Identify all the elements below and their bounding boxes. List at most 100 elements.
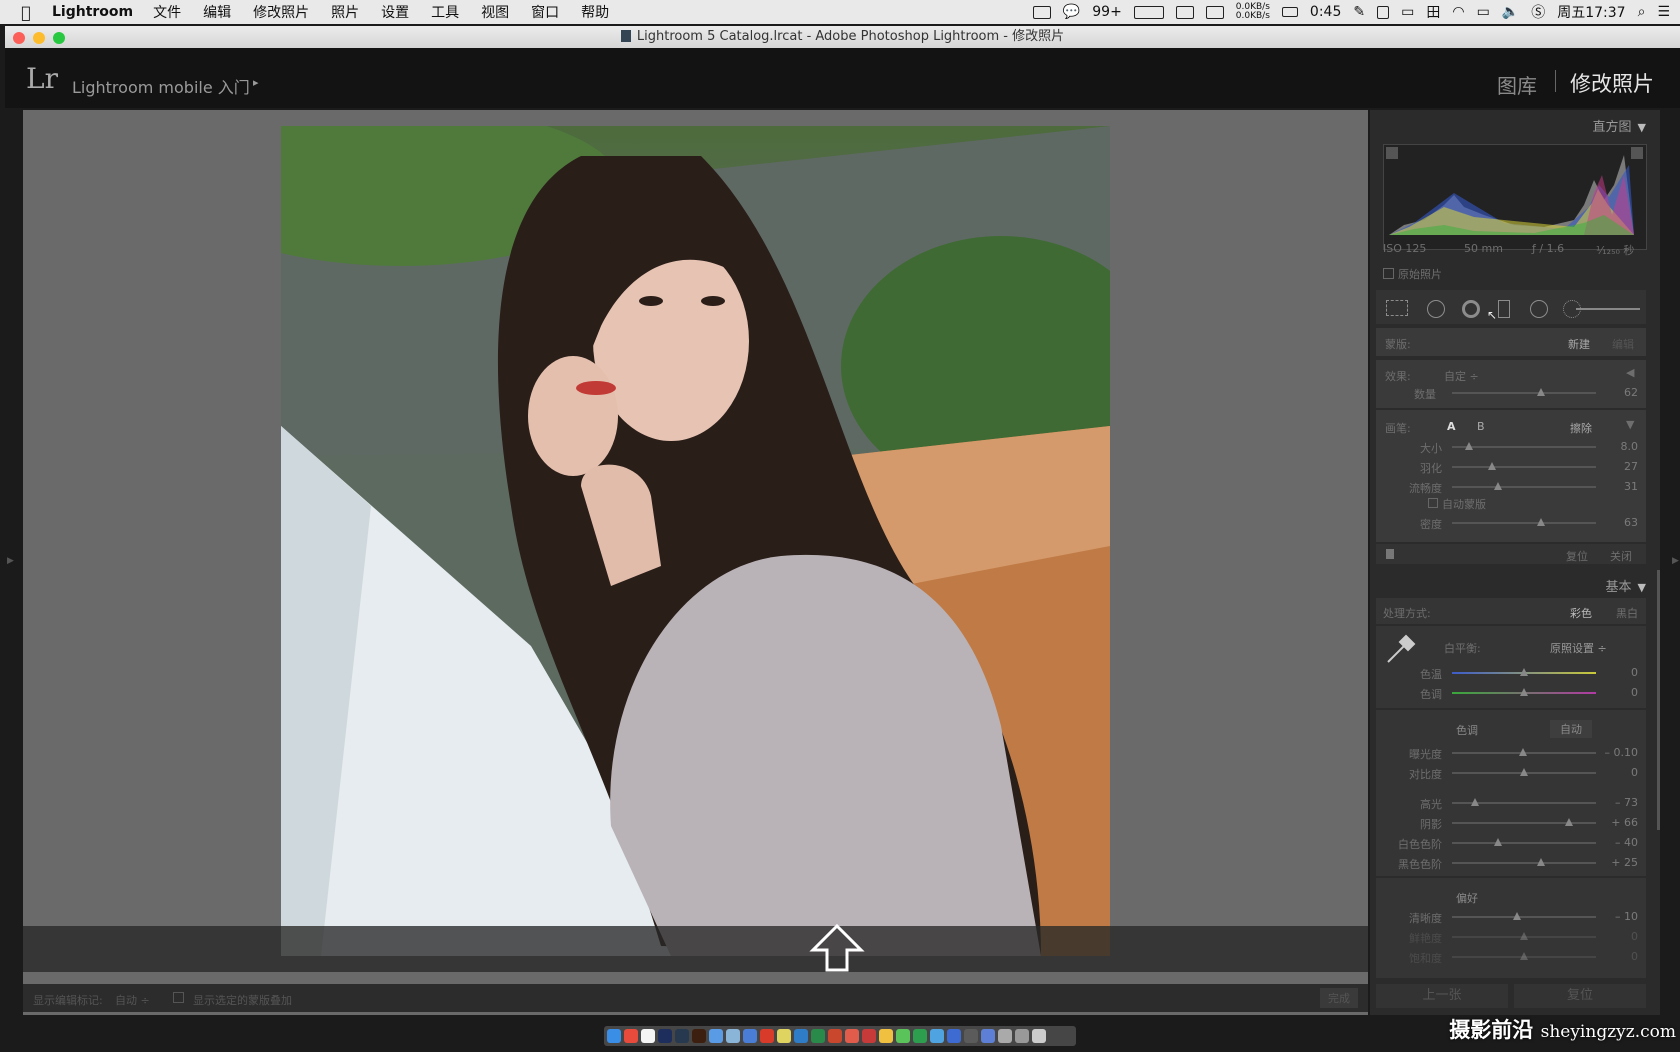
brush-collapse-icon[interactable]: ▼ — [1626, 418, 1634, 431]
arrow-up-icon[interactable] — [809, 922, 865, 974]
blacks-value[interactable]: + 25 — [1590, 856, 1638, 869]
brush-size-value[interactable]: 8.0 — [1602, 440, 1639, 453]
exposure-value[interactable]: – 0.10 — [1590, 746, 1639, 759]
grid-icon[interactable] — [1377, 5, 1390, 19]
density-thumb[interactable] — [1537, 518, 1546, 526]
right-panel-scrollbar[interactable] — [1657, 570, 1660, 830]
airplay-icon[interactable]: ▭ — [1477, 4, 1490, 20]
app-icon-16[interactable] — [862, 1029, 876, 1043]
tint-thumb[interactable] — [1520, 688, 1528, 696]
histogram[interactable] — [1383, 144, 1647, 250]
vibrance-thumb[interactable] — [1520, 932, 1528, 940]
auto-tone-button[interactable]: 自动 — [1550, 720, 1592, 738]
battery-icon[interactable] — [1281, 7, 1298, 17]
mask-toggle-icon[interactable] — [1386, 549, 1394, 559]
amount-value[interactable]: 62 — [1602, 386, 1638, 399]
finder-icon[interactable] — [607, 1029, 621, 1043]
auto-mask-checkbox[interactable] — [1428, 498, 1438, 508]
menu-file[interactable]: 文件 — [153, 2, 181, 22]
chrome-icon[interactable] — [879, 1029, 893, 1043]
menu-window[interactable]: 窗口 — [531, 2, 559, 22]
effect-collapse-icon[interactable]: ◀ — [1626, 366, 1634, 379]
brush-feather-value[interactable]: 27 — [1602, 460, 1638, 473]
clarity-slider[interactable] — [1452, 916, 1596, 918]
skype-icon[interactable]: Ⓢ — [1531, 2, 1545, 22]
menu-settings[interactable]: 设置 — [381, 2, 409, 22]
crop-tool-icon[interactable] — [1386, 300, 1408, 316]
menu-edit[interactable]: 编辑 — [203, 2, 231, 22]
amount-slider[interactable] — [1452, 392, 1596, 394]
shadows-value[interactable]: + 66 — [1590, 816, 1638, 829]
mask-close-button[interactable]: 关闭 — [1610, 548, 1632, 564]
saturation-thumb[interactable] — [1520, 952, 1528, 960]
photoshop-icon[interactable] — [658, 1029, 672, 1043]
wechat-dock-icon[interactable] — [896, 1029, 910, 1043]
mask-edit-button[interactable]: 编辑 — [1612, 336, 1634, 352]
app-icon-20[interactable] — [930, 1029, 944, 1043]
density-value[interactable]: 63 — [1602, 516, 1638, 529]
brush-feather-thumb[interactable] — [1488, 462, 1497, 470]
app-icon-9[interactable] — [743, 1029, 757, 1043]
wifi-icon[interactable]: ◠ — [1452, 4, 1464, 20]
brush-size-thumb[interactable] — [1465, 442, 1474, 450]
brush-flow-thumb[interactable] — [1494, 482, 1503, 490]
notes-icon[interactable] — [641, 1029, 655, 1043]
notification-icon[interactable]: ▭ — [1401, 4, 1414, 20]
calendar-icon[interactable] — [624, 1029, 638, 1043]
brush-size-slider[interactable] — [1452, 446, 1596, 448]
menu-help[interactable]: 帮助 — [581, 2, 609, 22]
temp-value[interactable]: 0 — [1602, 666, 1638, 679]
blacks-thumb[interactable] — [1537, 858, 1546, 866]
left-panel-toggle-icon[interactable]: ▶ — [7, 556, 14, 566]
close-window-button[interactable] — [13, 32, 25, 44]
tint-value[interactable]: 0 — [1602, 686, 1638, 699]
blacks-slider[interactable] — [1452, 862, 1596, 864]
treatment-bw-button[interactable]: 黑白 — [1616, 605, 1638, 621]
powerpoint-icon[interactable] — [828, 1029, 842, 1043]
whites-thumb[interactable] — [1494, 838, 1503, 846]
app-icon-24[interactable] — [998, 1029, 1012, 1043]
screen-record-icon[interactable] — [1032, 5, 1051, 19]
app-icon-10[interactable] — [760, 1029, 774, 1043]
shadows-slider[interactable] — [1452, 822, 1596, 824]
done-button[interactable]: 完成 — [1320, 988, 1358, 1008]
app-icon-19[interactable] — [913, 1029, 927, 1043]
show-mask-overlay-checkbox[interactable] — [173, 992, 184, 1003]
app-icon-23[interactable] — [981, 1029, 995, 1043]
treatment-color-button[interactable]: 彩色 — [1570, 605, 1592, 621]
app-icon-7[interactable] — [709, 1029, 723, 1043]
amount-slider-thumb[interactable] — [1537, 388, 1546, 396]
whites-slider[interactable] — [1452, 842, 1596, 844]
clarity-value[interactable]: – 10 — [1590, 910, 1638, 923]
brush-b-button[interactable]: B — [1477, 420, 1485, 433]
module-develop[interactable]: 修改照片 — [1570, 68, 1654, 98]
reset-button[interactable]: 复位 — [1514, 984, 1646, 1008]
app-icon-21[interactable] — [947, 1029, 961, 1043]
menu-tools[interactable]: 工具 — [431, 2, 459, 22]
photo-image[interactable] — [281, 126, 1110, 956]
highlights-thumb[interactable] — [1471, 798, 1480, 806]
adjustment-brush-handle[interactable] — [1576, 308, 1640, 310]
radial-filter-tool-icon[interactable] — [1530, 300, 1548, 318]
app-icon-8[interactable] — [726, 1029, 740, 1043]
basic-header[interactable]: 基本 ▼ — [1606, 576, 1646, 595]
trash-icon[interactable] — [1032, 1029, 1046, 1043]
disk-icon[interactable] — [1205, 5, 1224, 19]
histogram-header[interactable]: 直方图 ▼ — [1593, 116, 1646, 135]
input-method-icon[interactable]: 田 — [1426, 2, 1440, 22]
evernote-icon[interactable]: ✎ — [1353, 4, 1365, 20]
menubar-clock[interactable]: 周五17:37 — [1557, 2, 1625, 22]
red-eye-tool-icon[interactable] — [1462, 300, 1480, 318]
effect-select[interactable]: 自定 ÷ — [1444, 368, 1479, 384]
contrast-thumb[interactable] — [1520, 768, 1528, 776]
basic-collapse-icon[interactable]: ▼ — [1638, 581, 1646, 594]
menu-develop[interactable]: 修改照片 — [253, 2, 309, 22]
right-panel-toggle-icon[interactable]: ▶ — [1672, 556, 1679, 566]
white-balance-select[interactable]: 原照设置 ÷ — [1550, 640, 1607, 656]
apple-menu-icon[interactable]:  — [0, 3, 52, 22]
app-icon-22[interactable] — [964, 1029, 978, 1043]
brush-feather-slider[interactable] — [1452, 466, 1596, 468]
word-icon[interactable] — [794, 1029, 808, 1043]
temp-thumb[interactable] — [1520, 668, 1528, 676]
memory-icon[interactable] — [1175, 5, 1194, 19]
